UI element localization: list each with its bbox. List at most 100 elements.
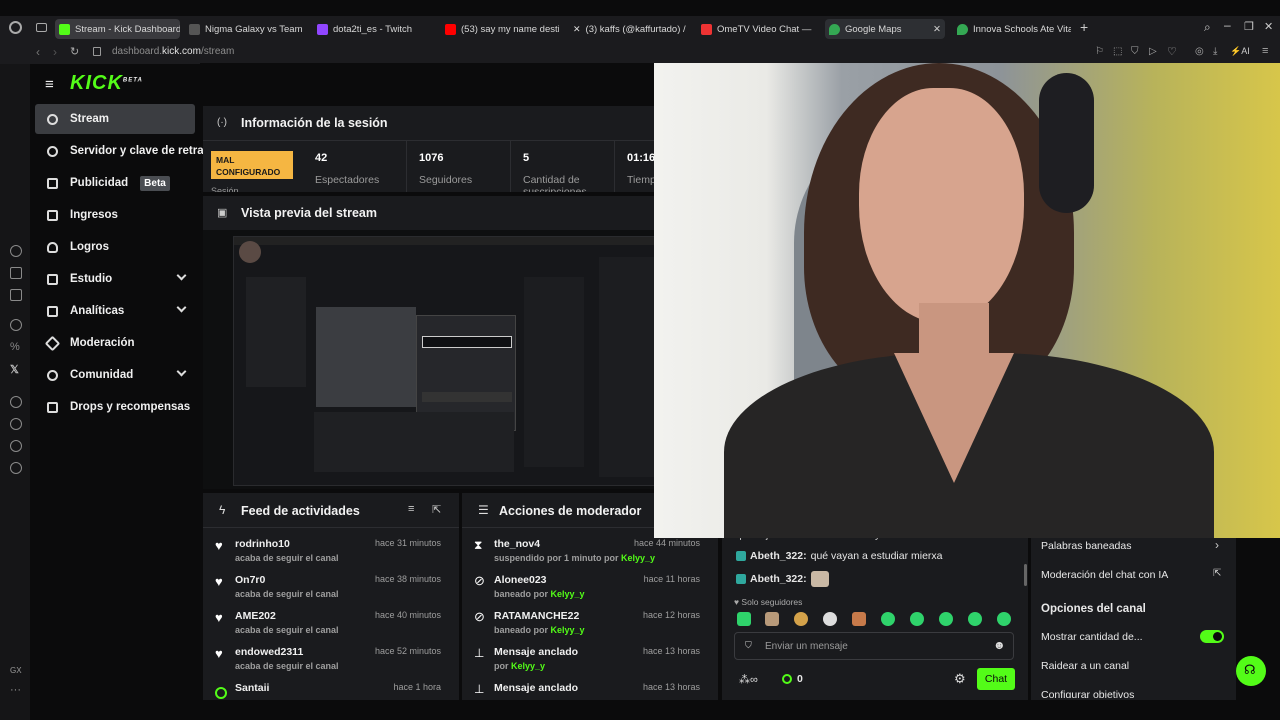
gear-icon[interactable]: ⚙	[954, 671, 966, 687]
address-bar: ‹ › ↻ dashboard.kick.com/stream ⚐ ⬚ ⛉ ▷ …	[0, 42, 1280, 64]
percent-icon[interactable]: %	[10, 341, 22, 353]
hourglass-icon: ⧗	[474, 538, 483, 552]
goals-option[interactable]: Configurar objetivos	[1041, 689, 1134, 698]
tab-nigma[interactable]: Nigma Galaxy vs Team Yan	[185, 19, 303, 39]
options-panel	[1031, 538, 1236, 700]
heart-icon[interactable]: ♡	[1167, 45, 1177, 58]
list-item[interactable]: ♥ AME202 acaba de seguir el canal hace 40 m…	[203, 605, 451, 641]
stream-preview-video[interactable]	[203, 230, 654, 489]
popout-icon[interactable]: ⇱	[432, 503, 441, 516]
close-window-icon[interactable]: ✕	[1264, 20, 1273, 33]
chat-send-button[interactable]: Chat	[977, 668, 1015, 690]
tab-twitch[interactable]: dota2ti_es - Twitch	[313, 19, 431, 39]
tab-x[interactable]: ✕ (3) kaffs (@kaffurtado) / X	[569, 19, 687, 39]
external-link-icon: ⇱	[1213, 568, 1222, 579]
chatgpt-icon[interactable]	[10, 319, 22, 331]
clock-icon[interactable]	[10, 418, 22, 430]
nav-logros[interactable]: Logros	[35, 232, 195, 262]
player-icon[interactable]	[10, 396, 22, 408]
tab-ometv[interactable]: OmeTV Video Chat —	[697, 19, 815, 39]
list-item[interactable]: ⊘ Alonee023 baneado por Kelyy_y hace 11 hor…	[462, 569, 710, 605]
nav-publicidad[interactable]: Publicidad Beta	[35, 168, 195, 198]
settings-icon[interactable]	[10, 462, 22, 474]
emoji-icon[interactable]: ☻	[993, 638, 1006, 652]
messenger-icon[interactable]	[10, 289, 22, 301]
tab-close-icon[interactable]: ✕	[933, 24, 941, 35]
opera-icon[interactable]	[9, 21, 22, 34]
nav-server-key[interactable]: Servidor y clave de retrans	[35, 136, 205, 166]
activity-feed-panel: ϟ Feed de actividades ≡ ⇱ ♥ rodrinho10 aca…	[203, 493, 459, 700]
emote-icon[interactable]	[939, 612, 953, 626]
more-icon[interactable]: ···	[10, 684, 21, 696]
list-item[interactable]: ⊘ RATAMANCHE22 baneado por Kelyy_y hace 12 …	[462, 605, 710, 641]
profile-icon[interactable]: ◎	[1195, 46, 1204, 57]
extensions-icon[interactable]	[10, 440, 22, 452]
nav-stream[interactable]: Stream	[35, 104, 195, 134]
nav-drops[interactable]: Drops y recompensas	[35, 392, 210, 422]
minimize-icon[interactable]: –	[1224, 18, 1231, 32]
emote-icon[interactable]	[823, 612, 837, 626]
nav-ingresos[interactable]: Ingresos	[35, 200, 195, 230]
emote-icon[interactable]	[852, 612, 866, 626]
show-count-toggle[interactable]	[1200, 630, 1224, 643]
infinity-icon[interactable]: ⁂∞	[739, 673, 758, 686]
emote-icon[interactable]	[968, 612, 982, 626]
face	[859, 88, 1024, 323]
emote-icon[interactable]	[794, 612, 808, 626]
gift-icon	[47, 401, 58, 413]
emote-icon[interactable]	[765, 612, 779, 626]
list-item[interactable]: ♥ On7r0 acaba de seguir el canal hace 38 mi…	[203, 569, 451, 605]
raid-option[interactable]: Raidear a un canal	[1041, 660, 1129, 672]
list-item[interactable]: ⊥ Mensaje anclado por Kelyy_y hace 13 horas	[462, 641, 710, 677]
nav-analiticas[interactable]: Analíticas	[35, 296, 195, 326]
chat-input[interactable]: ⛉ Enviar un mensaje ☻	[734, 632, 1014, 660]
list-item[interactable]: Santaii hace 1 hora	[203, 677, 451, 700]
search-icon[interactable]: ⌕	[1204, 20, 1211, 35]
support-button[interactable]: ☊	[1236, 656, 1266, 686]
preview-title: Vista previa del stream	[241, 206, 377, 220]
tab-kick-dashboard[interactable]: Stream - Kick Dashboard	[55, 19, 180, 39]
list-item[interactable]: ⧗ the_nov4 suspendido por 1 minuto por Kel…	[462, 533, 710, 569]
restore-icon[interactable]: ❐	[1244, 20, 1254, 33]
history-icon[interactable]	[10, 245, 22, 257]
twitch-favicon-icon	[317, 23, 328, 35]
nav-estudio[interactable]: Estudio	[35, 264, 195, 294]
chat-scrollbar[interactable]	[1024, 564, 1027, 586]
bookmark-icon[interactable]: ⚐	[1095, 46, 1104, 57]
kick-logo[interactable]: KICKBETA	[70, 72, 143, 95]
x-icon[interactable]: 𝕏	[10, 363, 22, 376]
youtube-favicon-icon	[445, 23, 456, 35]
new-tab-icon[interactable]: +	[1080, 19, 1088, 35]
ai-moderation-link[interactable]: Moderación del chat con IA	[1041, 569, 1168, 581]
list-item[interactable]: ♥ rodrinho10 acaba de seguir el canal hace …	[203, 533, 451, 569]
emote-icon[interactable]	[737, 612, 751, 626]
menu-icon[interactable]: ≡	[1262, 45, 1268, 57]
wallet-icon[interactable]	[10, 267, 22, 279]
emote-icon[interactable]	[910, 612, 924, 626]
emote-icon[interactable]	[881, 612, 895, 626]
banned-words-link[interactable]: Palabras baneadas	[1041, 540, 1132, 552]
list-item[interactable]: ♥ endowed2311 acaba de seguir el canal hace…	[203, 641, 451, 677]
workspaces-icon[interactable]	[36, 23, 47, 32]
hamburger-icon[interactable]: ≡	[45, 76, 54, 93]
list-item[interactable]: ⊥ Mensaje anclado hace 13 horas	[462, 677, 710, 700]
url-field[interactable]: dashboard.kick.com/stream	[112, 46, 234, 57]
filter-icon[interactable]: ≡	[408, 503, 414, 515]
revenue-icon	[47, 209, 58, 221]
ai-icon[interactable]: ⚡AI	[1230, 46, 1250, 57]
tab-youtube[interactable]: (53) say my name destiny	[441, 19, 559, 39]
show-count-option: Mostrar cantidad de...	[1041, 631, 1143, 643]
play-icon[interactable]: ▷	[1149, 46, 1157, 57]
snapshot-icon[interactable]: ⬚	[1113, 46, 1122, 57]
shield-icon: ⛉	[745, 640, 752, 650]
shield-icon[interactable]: ⛉	[1131, 46, 1139, 57]
forward-icon[interactable]: ›	[53, 45, 57, 59]
emote-icon[interactable]	[997, 612, 1011, 626]
download-icon[interactable]: ⤓	[1213, 46, 1217, 57]
tab-innova[interactable]: Innova Schools Ate Vitarte	[953, 19, 1071, 39]
back-icon[interactable]: ‹	[36, 45, 40, 59]
reload-icon[interactable]: ↻	[70, 45, 79, 58]
nav-comunidad[interactable]: Comunidad	[35, 360, 195, 390]
tab-google-maps[interactable]: Google Maps ✕	[825, 19, 945, 39]
nav-moderacion[interactable]: Moderación	[35, 328, 195, 358]
